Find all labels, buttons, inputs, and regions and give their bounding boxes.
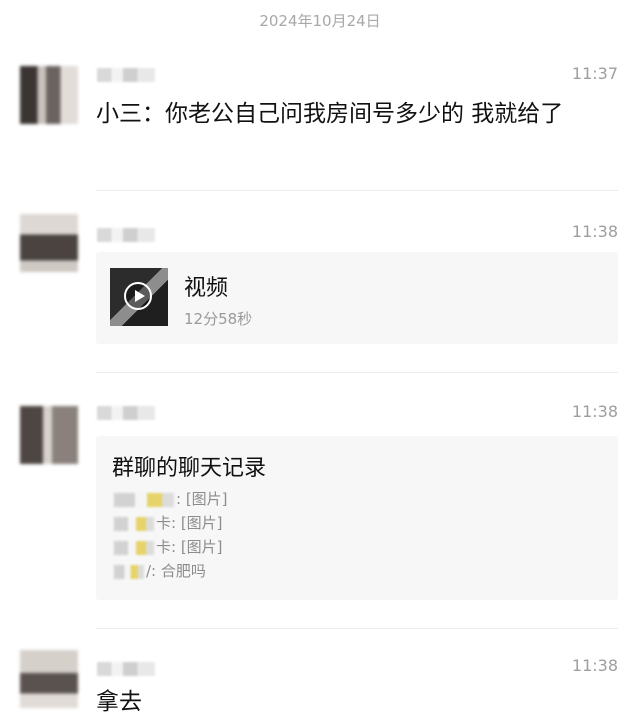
sender-name-blurred <box>97 406 155 420</box>
chat-record-line: 卡: [图片] <box>114 536 223 558</box>
chat-record-title: 群聊的聊天记录 <box>112 456 267 481</box>
avatar[interactable] <box>20 66 78 124</box>
message-divider <box>96 628 618 629</box>
sender-blurred <box>114 540 154 555</box>
video-title: 视频 <box>184 276 229 301</box>
message-time: 11:38 <box>571 656 618 675</box>
sender-name-blurred <box>97 662 155 676</box>
video-card[interactable]: 视频 12分58秒 <box>96 252 618 344</box>
avatar[interactable] <box>20 650 78 708</box>
chat-record-line: /: 合肥吗 <box>114 560 206 582</box>
message-text[interactable]: 小三：你老公自己问我房间号多少的 我就给了 <box>96 96 616 132</box>
message-text[interactable]: 拿去 <box>96 684 616 720</box>
play-icon[interactable] <box>124 282 152 310</box>
message-divider <box>96 190 618 191</box>
date-separator: 2024年10月24日 <box>259 12 381 30</box>
chat-record-line: : [图片] <box>114 488 228 510</box>
chat-record-line: 卡: [图片] <box>114 512 223 534</box>
message-time: 11:38 <box>571 402 618 421</box>
message-time: 11:38 <box>571 222 618 241</box>
sender-name-blurred <box>97 228 155 242</box>
avatar[interactable] <box>20 406 78 464</box>
message-time: 11:37 <box>571 64 618 83</box>
video-thumbnail[interactable] <box>110 268 168 326</box>
sender-blurred <box>114 564 144 579</box>
sender-blurred <box>114 492 174 507</box>
chat-record-card[interactable]: 群聊的聊天记录 : [图片] 卡: [图片] 卡: [图片] /: 合肥吗 <box>96 436 618 600</box>
video-duration: 12分58秒 <box>184 310 253 328</box>
sender-blurred <box>114 516 154 531</box>
message-divider <box>96 372 618 373</box>
sender-name-blurred <box>97 68 155 82</box>
avatar[interactable] <box>20 214 78 272</box>
